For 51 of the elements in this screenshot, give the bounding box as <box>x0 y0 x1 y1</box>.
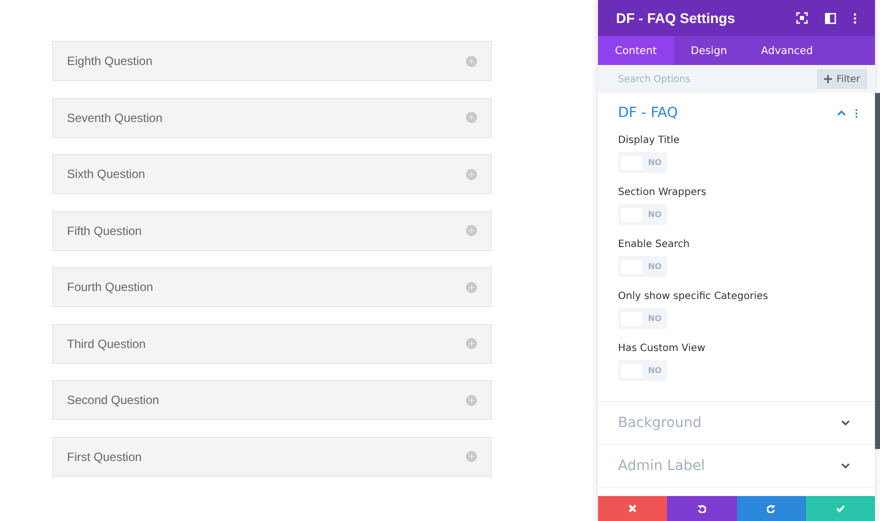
faq-item[interactable]: Fifth Question <box>52 210 492 250</box>
faq-item[interactable]: Second Question <box>52 380 492 420</box>
question-text: First Question <box>67 450 142 464</box>
option-label: Has Custom View <box>618 343 706 354</box>
check-icon <box>836 504 845 513</box>
chevron-up-icon[interactable] <box>837 110 846 116</box>
question-text: Fourth Question <box>67 280 154 294</box>
question-text: Eighth Question <box>67 54 152 68</box>
faq-item[interactable]: Fourth Question <box>52 267 492 307</box>
plus-circle-icon <box>466 168 477 180</box>
chevron-down-icon[interactable] <box>841 463 850 469</box>
undo-icon <box>697 504 706 513</box>
faq-item[interactable]: Third Question <box>52 324 492 364</box>
close-icon <box>628 504 638 513</box>
layout-icon[interactable] <box>825 12 836 24</box>
undo-button[interactable] <box>667 496 736 521</box>
plus-circle-icon <box>466 282 477 292</box>
option-label: Display Title <box>618 135 680 146</box>
tab[interactable]: Design <box>674 36 744 65</box>
faq-item[interactable]: First Question <box>52 436 492 476</box>
plus-circle-icon <box>466 394 477 406</box>
option-label: Section Wrappers <box>618 187 708 198</box>
filter-button[interactable]: Filter <box>817 65 875 93</box>
faq-item[interactable]: Sixth Question <box>52 154 492 194</box>
faq-item[interactable]: Eighth Question <box>52 41 492 81</box>
search-field[interactable]: Search Options <box>598 65 818 93</box>
question-text: Seventh Question <box>67 110 162 124</box>
option-label: Enable Search <box>618 239 691 250</box>
question-text: Fifth Question <box>67 224 142 238</box>
cancel-button[interactable] <box>598 496 668 521</box>
panel-title: DF - FAQ Settings <box>616 10 735 26</box>
tab[interactable]: Advanced <box>744 36 830 65</box>
option-label: Only show specific Categories <box>618 291 769 302</box>
more-icon[interactable] <box>853 12 857 24</box>
fullscreen-icon[interactable] <box>796 12 808 24</box>
faq-item[interactable]: Seventh Question <box>52 98 492 138</box>
plus-circle-icon <box>466 225 477 236</box>
plus-circle-icon <box>466 451 477 462</box>
question-text: Third Question <box>67 336 146 350</box>
plus-icon <box>824 75 832 83</box>
section-header[interactable]: DF - FAQ <box>598 93 875 133</box>
plus-circle-icon <box>466 338 477 349</box>
chevron-down-icon[interactable] <box>841 420 850 426</box>
tab[interactable]: Content <box>598 36 674 65</box>
plus-circle-icon <box>466 56 477 66</box>
question-text: Second Question <box>67 393 160 407</box>
plus-circle-icon <box>466 112 477 123</box>
more-icon[interactable] <box>855 108 858 118</box>
question-text: Sixth Question <box>67 167 146 181</box>
scrollbar[interactable] <box>875 93 880 449</box>
redo-icon <box>766 504 776 513</box>
